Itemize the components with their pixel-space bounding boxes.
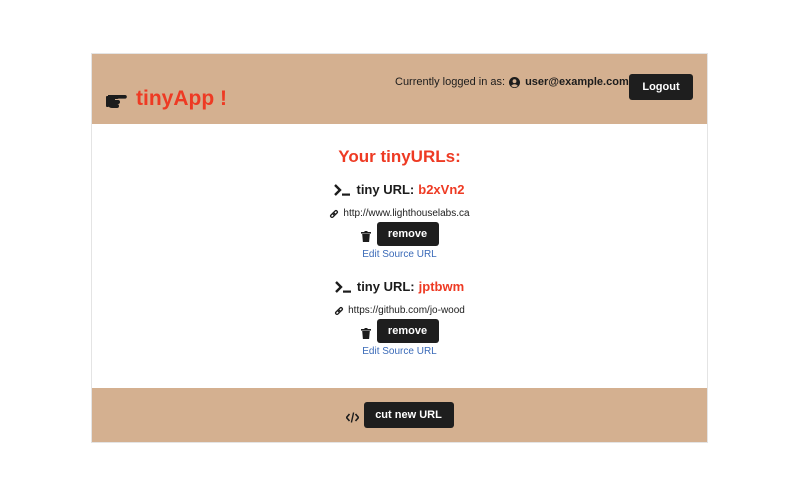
cut-new-url-button[interactable]: cut new URL [363, 402, 454, 428]
code-icon [344, 410, 360, 423]
source-url: http://www.lighthouselabs.ca [92, 208, 707, 219]
url-heading: tiny URL: jptbwm [92, 279, 707, 294]
header-bar: tinyApp ! Currently logged in as: user@e… [92, 54, 707, 124]
brand[interactable]: tinyApp ! [106, 85, 227, 113]
login-prefix: Currently logged in as: [395, 76, 506, 88]
page-title: Your tinyURLs: [338, 147, 461, 166]
edit-source-url-link[interactable]: Edit Source URL [92, 346, 707, 357]
terminal-icon [334, 183, 351, 196]
logout-button[interactable]: Logout [629, 74, 693, 100]
remove-row: remove [92, 222, 707, 246]
pointing-hand-icon [106, 89, 128, 109]
url-label: tiny URL: [356, 279, 415, 294]
link-icon [329, 209, 339, 219]
remove-button[interactable]: remove [376, 319, 439, 343]
login-status: Currently logged in as: user@example.com [395, 74, 629, 90]
app-frame: tinyApp ! Currently logged in as: user@e… [91, 53, 708, 443]
link-icon [334, 306, 344, 316]
url-label: tiny URL: [356, 182, 415, 197]
trash-icon [360, 229, 371, 242]
trash-icon [360, 326, 371, 339]
remove-button[interactable]: remove [376, 222, 439, 246]
footer-bar: cut new URL [92, 388, 707, 442]
source-url: https://github.com/jo-wood [92, 305, 707, 316]
user-circle-icon [509, 76, 521, 88]
short-url-code[interactable]: jptbwm [419, 279, 465, 294]
footer-actions: cut new URL [92, 402, 707, 428]
brand-title: tinyApp ! [136, 87, 227, 110]
short-url-code[interactable]: b2xVn2 [418, 182, 464, 197]
edit-source-url-link[interactable]: Edit Source URL [92, 249, 707, 260]
remove-row: remove [92, 319, 707, 343]
long-url[interactable]: http://www.lighthouselabs.ca [343, 208, 469, 219]
user-email: user@example.com [525, 76, 629, 88]
long-url[interactable]: https://github.com/jo-wood [348, 305, 465, 316]
terminal-icon [335, 280, 352, 293]
url-heading: tiny URL: b2xVn2 [92, 182, 707, 197]
